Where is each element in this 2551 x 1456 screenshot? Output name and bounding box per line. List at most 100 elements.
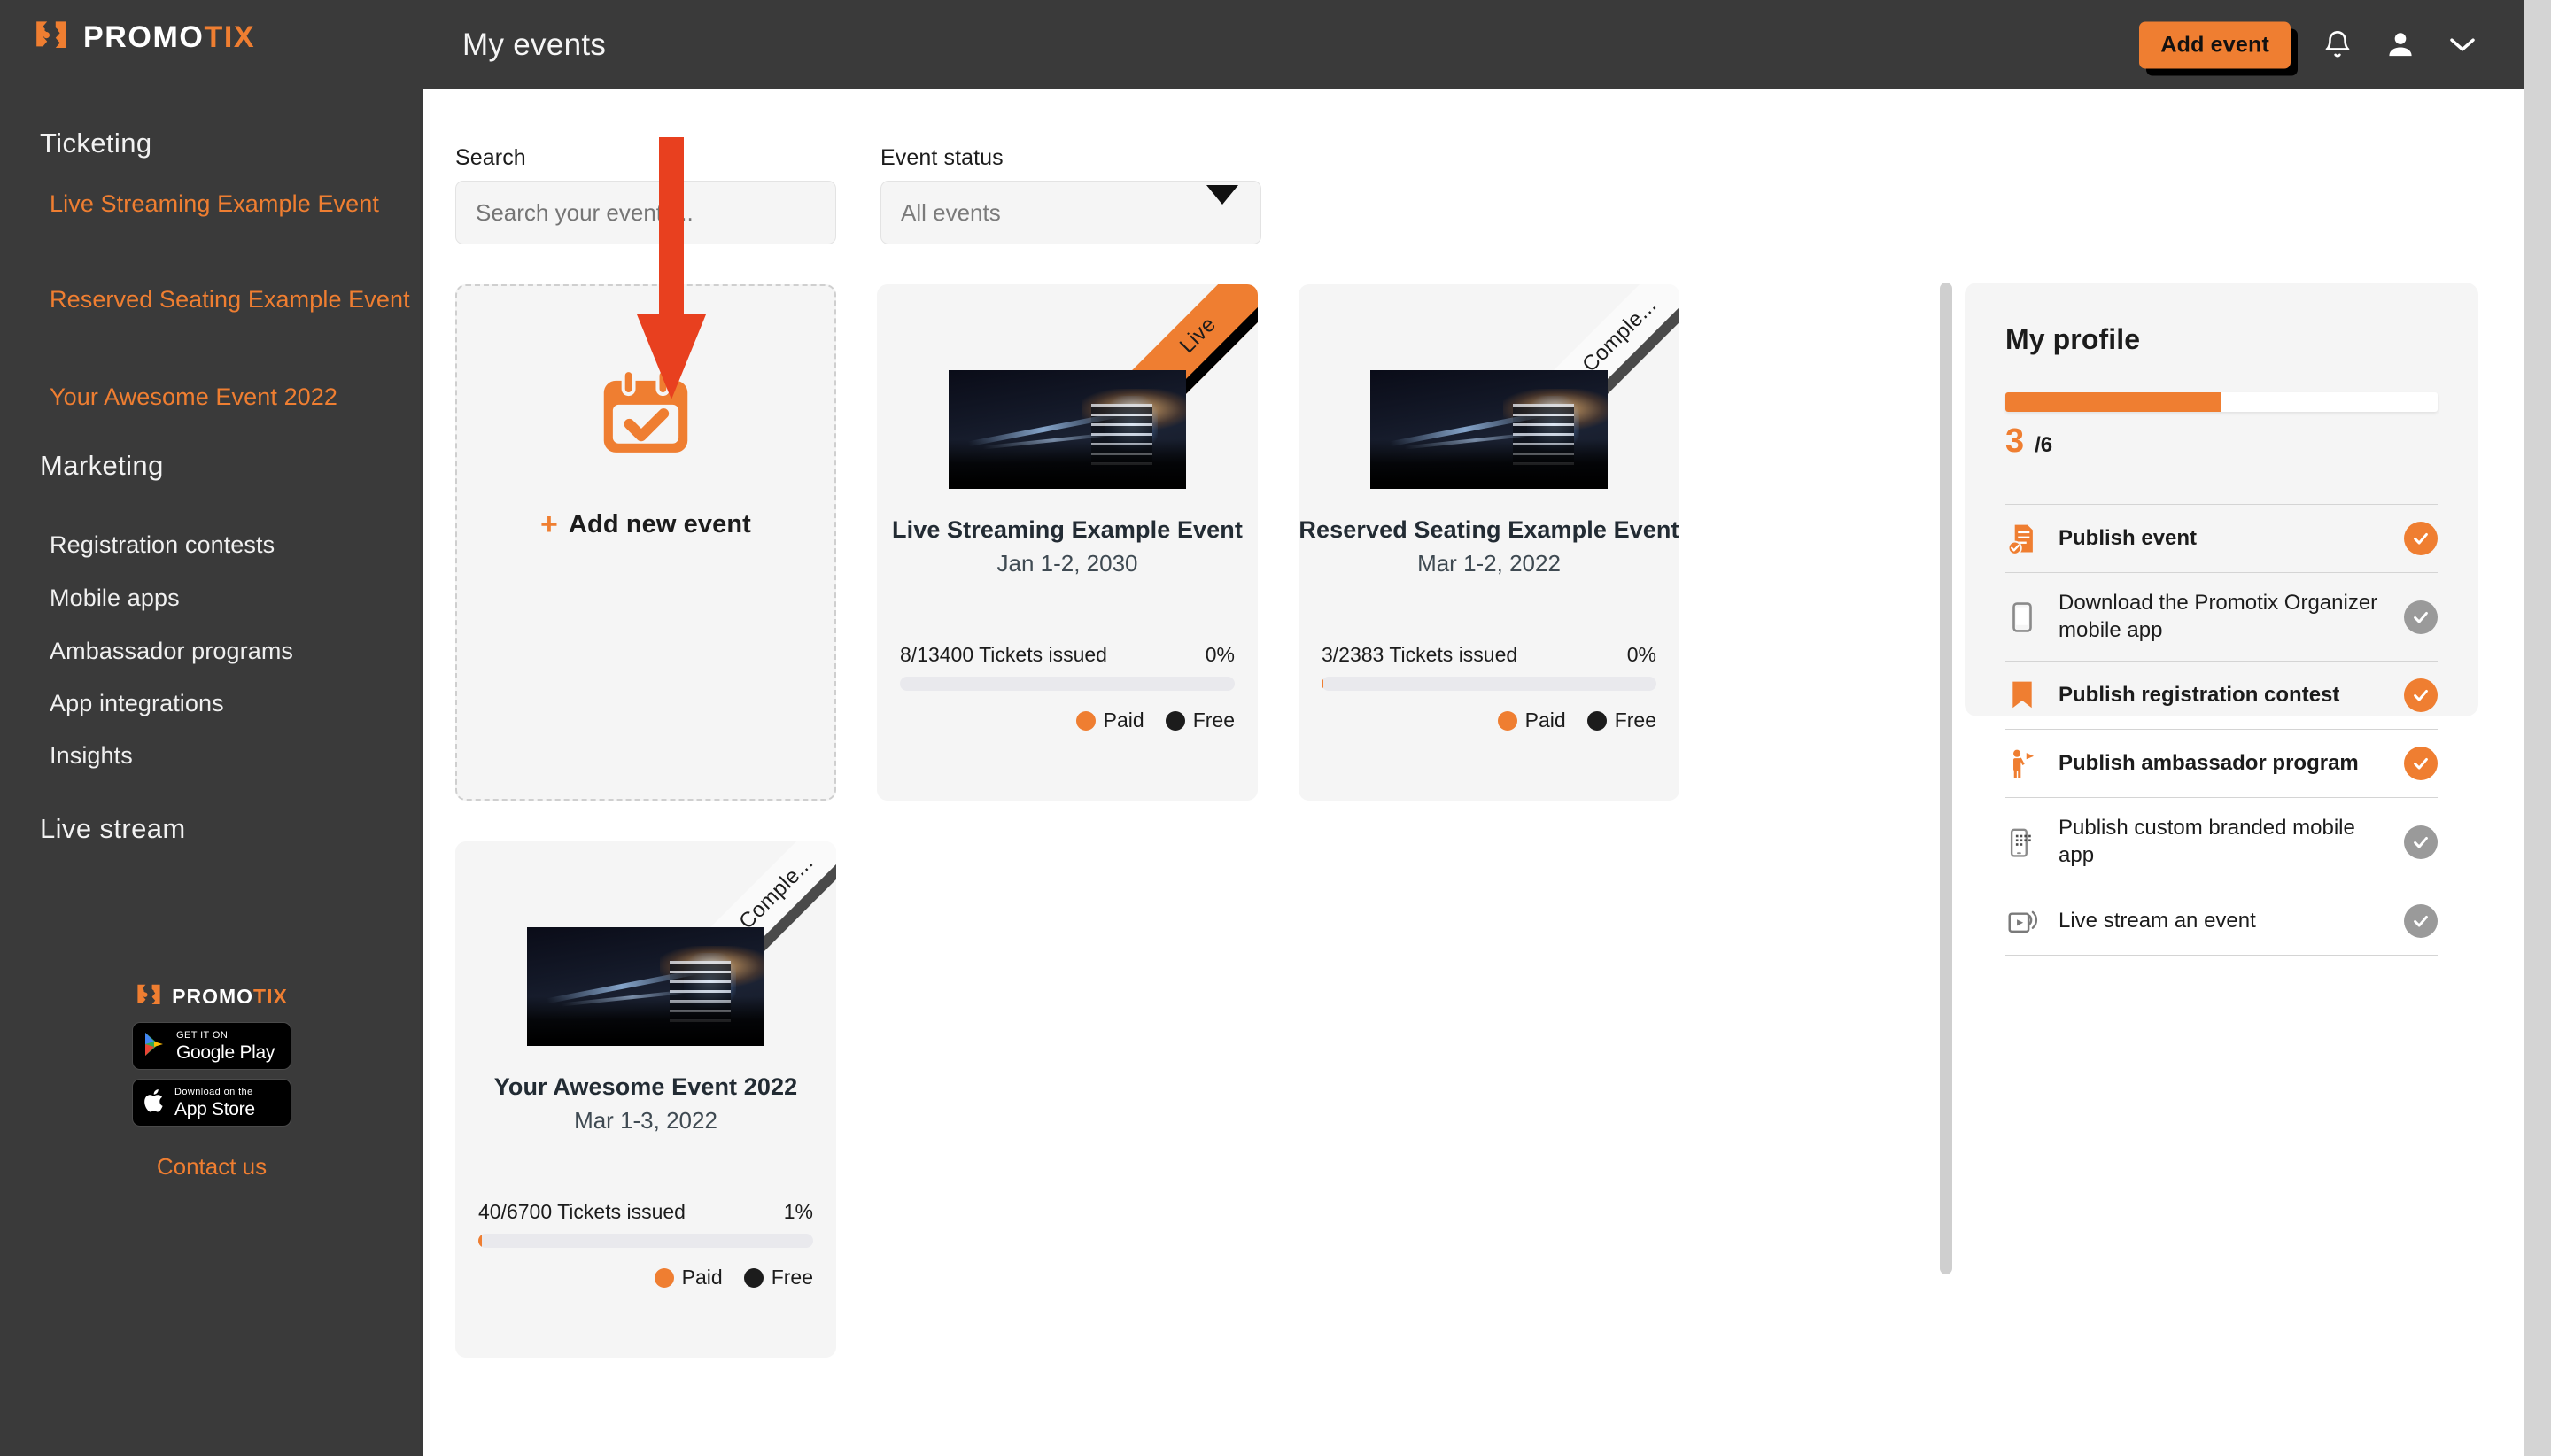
legend-free: Free	[1586, 709, 1656, 732]
chevron-down-icon[interactable]	[2448, 35, 2477, 55]
tickets-issued-text: 8/13400 Tickets issued	[900, 643, 1107, 666]
sidebar-section-marketing: Marketing	[40, 450, 164, 481]
plus-icon: +	[540, 507, 558, 541]
profile-checklist: Publish event Download the Promotix Orga…	[2005, 504, 2438, 956]
page-title: My events	[462, 27, 607, 62]
checklist-item-publish-ambassador-program[interactable]: Publish ambassador program	[2005, 729, 2438, 797]
sidebar-item-your-awesome-event-2022[interactable]: Your Awesome Event 2022	[50, 381, 422, 414]
sidebar-item-insights[interactable]: Insights	[50, 740, 133, 772]
legend-free-label: Free	[771, 1266, 813, 1289]
sidebar-item-app-integrations[interactable]: App integrations	[50, 687, 224, 720]
profile-completed-count: 3	[2005, 422, 2025, 460]
paid-dot-icon	[1497, 710, 1517, 731]
profile-progress-bar	[2005, 392, 2438, 412]
live-stream-icon	[2005, 904, 2039, 938]
google-play-badge-text: GET IT ON Google Play	[176, 1029, 275, 1063]
footer-logo-text: PROMOTIX	[172, 984, 288, 1008]
event-status-label: Event status	[880, 145, 1004, 170]
legend-paid: Paid	[654, 1266, 723, 1289]
search-input[interactable]	[455, 181, 836, 244]
paid-dot-icon	[1075, 710, 1096, 731]
browser-scrollbar-thumb[interactable]	[2524, 0, 2551, 1456]
checklist-item-label: Publish event	[2059, 525, 2198, 550]
calendar-check-icon	[598, 368, 694, 460]
tickets-percent-text: 0%	[1626, 643, 1656, 666]
checklist-item-label: Live stream an event	[2059, 908, 2256, 933]
checklist-item-publish-custom-branded-app[interactable]: Publish custom branded mobile app	[2005, 797, 2438, 886]
legend-free: Free	[1165, 709, 1235, 732]
person-megaphone-icon	[2005, 747, 2039, 780]
browser-scrollbar[interactable]	[2524, 0, 2551, 1456]
profile-progress-fill	[2005, 392, 2221, 412]
mobile-phone-icon	[2005, 600, 2039, 634]
select-caret-down-icon	[1206, 185, 1238, 205]
event-title: Live Streaming Example Event	[892, 516, 1243, 543]
sidebar: PROMOTIX Ticketing Live Streaming Exampl…	[0, 0, 423, 1456]
sidebar-item-mobile-apps[interactable]: Mobile apps	[50, 582, 180, 615]
legend-paid: Paid	[1075, 709, 1144, 732]
sidebar-item-registration-contests[interactable]: Registration contests	[50, 529, 275, 561]
checklist-item-label: Publish custom branded mobile app	[2059, 816, 2355, 868]
bookmark-ribbon-icon	[2005, 678, 2039, 712]
tickets-percent-text: 0%	[1205, 643, 1235, 666]
tickets-progress-bar	[900, 677, 1235, 691]
app-store-badge[interactable]: Download on the App Store	[132, 1079, 291, 1127]
checklist-status-check-icon	[2404, 825, 2438, 860]
notification-bell-icon[interactable]	[2322, 28, 2353, 62]
event-title: Reserved Seating Example Event	[1299, 516, 1679, 543]
sidebar-footer: PROMOTIX GET IT ON Google Play Download …	[0, 983, 423, 1181]
checklist-status-check-icon	[2404, 678, 2438, 713]
checklist-item-publish-event[interactable]: Publish event	[2005, 504, 2438, 572]
legend-free: Free	[743, 1266, 813, 1289]
checklist-item-live-stream-an-event[interactable]: Live stream an event	[2005, 886, 2438, 956]
tickets-progress-fill	[1322, 677, 1324, 691]
search-field-group: Search	[455, 145, 836, 244]
event-stats: 8/13400 Tickets issued 0% Paid Free	[900, 643, 1235, 732]
google-play-icon	[143, 1031, 168, 1062]
sidebar-item-ambassador-programs[interactable]: Ambassador programs	[50, 635, 293, 668]
my-profile-panel: My profile 3 /6 Publish event Download t…	[1965, 283, 2478, 956]
event-card[interactable]: Comple... Reserved Seating Example Event…	[1299, 284, 1679, 801]
tickets-progress-bar	[1322, 677, 1656, 691]
free-dot-icon	[743, 1267, 764, 1288]
top-header: My events Add event	[423, 0, 2524, 89]
checklist-item-download-organizer-app[interactable]: Download the Promotix Organizer mobile a…	[2005, 572, 2438, 661]
profile-total-count: /6	[2035, 433, 2053, 457]
add-new-event-card[interactable]: + Add new event	[455, 284, 836, 801]
event-thumbnail	[1370, 370, 1608, 489]
legend-paid-label: Paid	[681, 1266, 723, 1289]
events-grid: + Add new event Live Live Streaming Exam…	[455, 284, 1679, 1398]
sidebar-item-live-streaming-example-event[interactable]: Live Streaming Example Event	[50, 188, 422, 221]
legend-paid: Paid	[1497, 709, 1566, 732]
user-avatar-icon[interactable]	[2384, 29, 2416, 61]
document-check-icon	[2005, 522, 2039, 555]
sidebar-logo-text: PROMOTIX	[83, 20, 256, 54]
events-row-1: + Add new event Live Live Streaming Exam…	[455, 284, 1679, 801]
tickets-issued-text: 40/6700 Tickets issued	[478, 1200, 686, 1223]
event-stats: 40/6700 Tickets issued 1% Paid Free	[478, 1200, 813, 1289]
google-play-badge[interactable]: GET IT ON Google Play	[132, 1022, 291, 1070]
event-thumbnail	[949, 370, 1186, 489]
profile-completion-count: 3 /6	[2005, 422, 2052, 461]
checklist-item-publish-registration-contest[interactable]: Publish registration contest	[2005, 661, 2438, 729]
promotix-logo-icon	[34, 19, 69, 55]
header-actions: Add event	[2139, 21, 2477, 68]
checklist-status-check-icon	[2404, 522, 2438, 555]
event-thumbnail	[527, 927, 764, 1046]
sidebar-section-ticketing: Ticketing	[40, 128, 152, 159]
app-store-badge-text: Download on the App Store	[174, 1086, 255, 1119]
add-event-button[interactable]: Add event	[2139, 21, 2291, 68]
event-card[interactable]: Live Live Streaming Example Event Jan 1-…	[877, 284, 1258, 801]
event-card[interactable]: Comple... Your Awesome Event 2022 Mar 1-…	[455, 841, 836, 1358]
add-new-event-text: Add new event	[569, 509, 751, 538]
legend-paid-label: Paid	[1524, 709, 1566, 732]
events-row-2: Comple... Your Awesome Event 2022 Mar 1-…	[455, 841, 1679, 1358]
sidebar-item-reserved-seating-example-event[interactable]: Reserved Seating Example Event	[50, 283, 422, 316]
legend-free-label: Free	[1192, 709, 1235, 732]
sidebar-logo[interactable]: PROMOTIX	[34, 19, 255, 55]
free-dot-icon	[1165, 710, 1185, 731]
event-status-select[interactable]: All events	[880, 181, 1261, 244]
contact-us-link[interactable]: Contact us	[157, 1153, 267, 1181]
events-list-scrollbar[interactable]	[1940, 283, 1952, 1274]
sidebar-section-live-stream: Live stream	[40, 813, 186, 844]
